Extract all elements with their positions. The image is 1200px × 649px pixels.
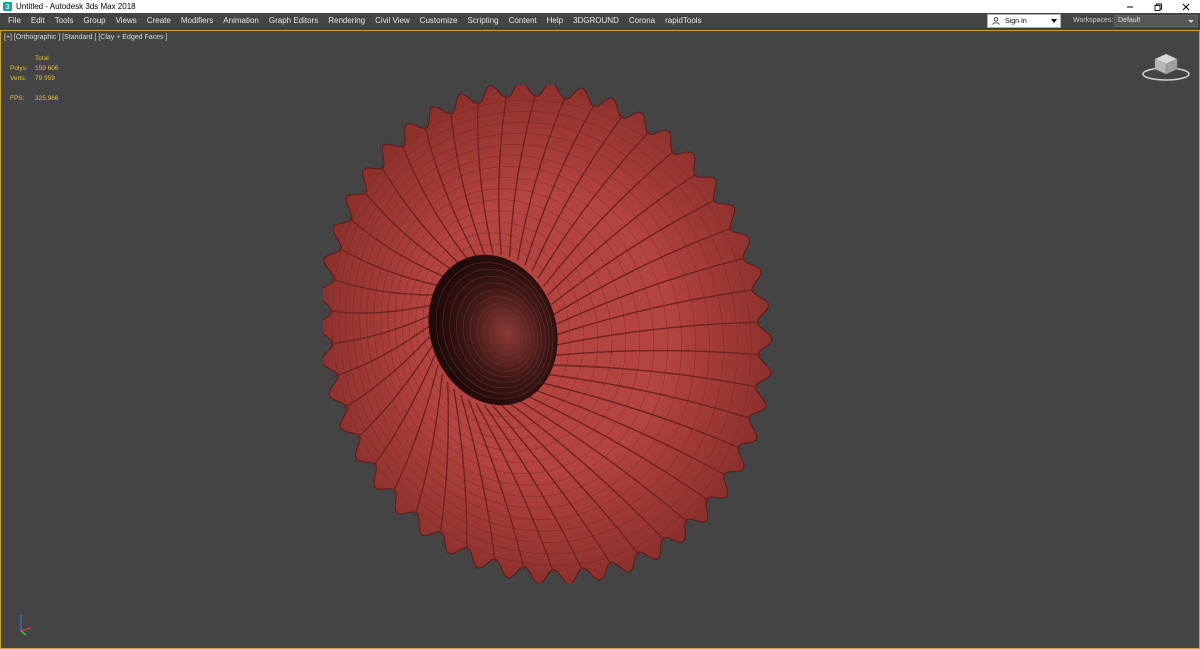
- fluted-torus-object[interactable]: [323, 85, 775, 583]
- menu-item-3dground[interactable]: 3DGROUND: [568, 13, 624, 29]
- viewcube-icon[interactable]: [1141, 49, 1191, 83]
- user-icon: [992, 17, 1000, 25]
- axis-tripod-icon: [20, 615, 32, 636]
- window-controls: [1116, 0, 1200, 13]
- workspaces-label: Workspaces:: [1073, 17, 1114, 24]
- menu-item-scripting[interactable]: Scripting: [462, 13, 503, 29]
- menu-item-graph-editors[interactable]: Graph Editors: [264, 13, 323, 29]
- menu-items: File Edit Tools Group Views Create Modifiers An…: [0, 13, 707, 29]
- verts-value: 79 959: [35, 75, 55, 82]
- viewport-statistics: Total Polys: 159 606 Verts: 79 959 FPS: 325…: [10, 54, 59, 104]
- menu-item-edit[interactable]: Edit: [26, 13, 50, 29]
- workspaces-value: Default: [1118, 17, 1141, 24]
- sign-in-dropdown[interactable]: Sign In: [987, 14, 1061, 28]
- verts-label: Verts:: [10, 75, 27, 82]
- workspaces-select[interactable]: Default: [1114, 15, 1198, 27]
- menu-item-civil-view[interactable]: Civil View: [370, 13, 415, 29]
- title-bar: 3 Untitled - Autodesk 3ds Max 2018: [0, 0, 1200, 13]
- fps-label: FPS:: [10, 95, 25, 102]
- menu-item-corona[interactable]: Corona: [624, 13, 660, 29]
- restore-button[interactable]: [1144, 0, 1172, 13]
- window-title: Untitled - Autodesk 3ds Max 2018: [16, 2, 136, 11]
- menu-item-modifiers[interactable]: Modifiers: [176, 13, 218, 29]
- menu-bar: File Edit Tools Group Views Create Modifiers An…: [0, 13, 1200, 29]
- menu-item-content[interactable]: Content: [504, 13, 542, 29]
- menu-item-animation[interactable]: Animation: [218, 13, 264, 29]
- chevron-down-icon: [1188, 20, 1194, 23]
- viewport-label-menu[interactable]: [+] [Orthographic ] [Standard ] [Clay + …: [4, 34, 167, 41]
- menu-item-customize[interactable]: Customize: [415, 13, 463, 29]
- menu-item-group[interactable]: Group: [78, 13, 110, 29]
- menu-item-tools[interactable]: Tools: [50, 13, 79, 29]
- minimize-button[interactable]: [1116, 0, 1144, 13]
- menu-item-help[interactable]: Help: [542, 13, 568, 29]
- menu-item-create[interactable]: Create: [142, 13, 176, 29]
- svg-text:3: 3: [6, 2, 10, 11]
- stats-header: Total: [35, 55, 49, 62]
- close-button[interactable]: [1172, 0, 1200, 13]
- polys-label: Polys:: [10, 65, 28, 72]
- menu-item-file[interactable]: File: [3, 13, 26, 29]
- restore-icon: [1154, 3, 1162, 11]
- chevron-down-icon: [1051, 19, 1057, 23]
- minimize-icon: [1127, 6, 1133, 7]
- menu-item-rapidtools[interactable]: rapidTools: [660, 13, 706, 29]
- menu-item-views[interactable]: Views: [111, 13, 142, 29]
- polys-value: 159 606: [35, 65, 59, 72]
- sign-in-label: Sign In: [1005, 17, 1027, 25]
- fps-value: 325,966: [35, 95, 59, 102]
- 3dsmax-icon: 3: [3, 2, 12, 11]
- menu-item-rendering[interactable]: Rendering: [323, 13, 370, 29]
- perspective-viewport[interactable]: [+] [Orthographic ] [Standard ] [Clay + …: [0, 30, 1200, 649]
- close-icon: [1182, 3, 1190, 10]
